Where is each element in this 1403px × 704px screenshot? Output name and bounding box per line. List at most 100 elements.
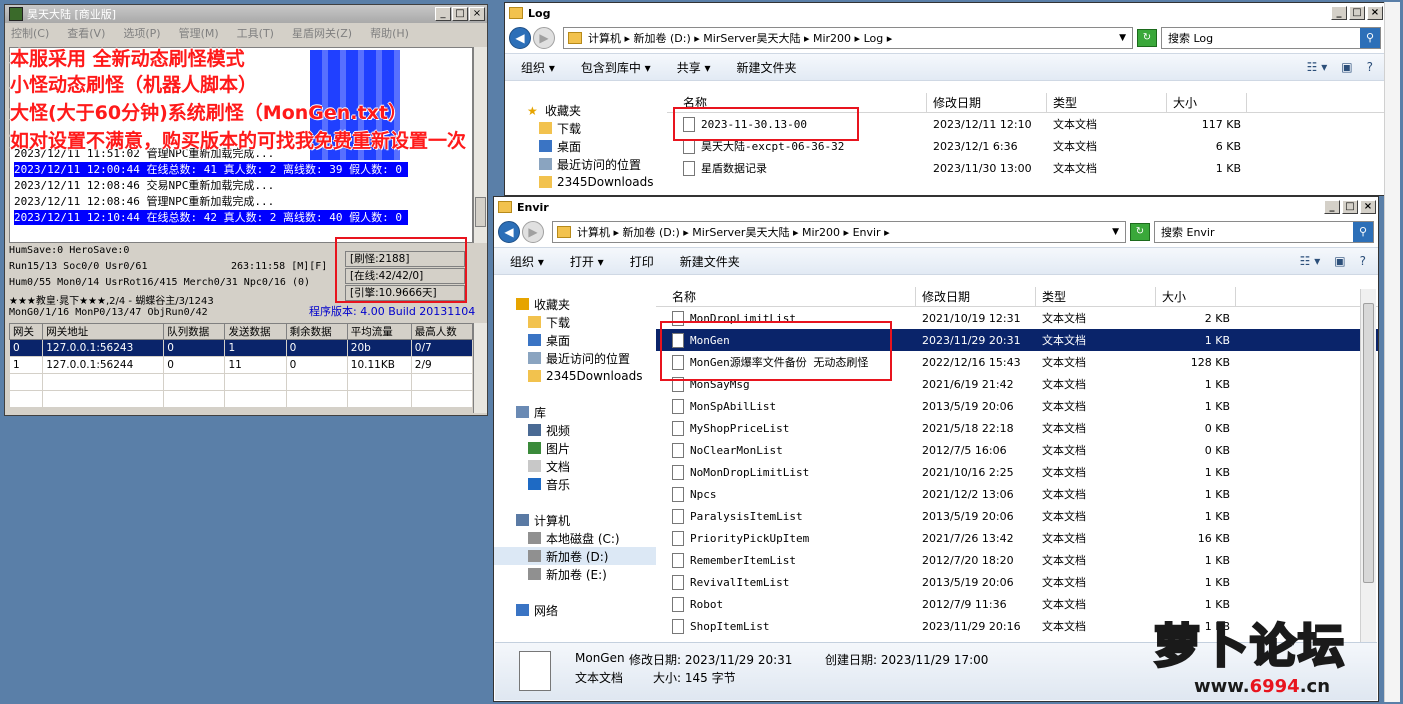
file-row[interactable]: MonSpAbilList 2013/5/19 20:06 文本文档 1 KB (656, 395, 1378, 417)
nav-desktop[interactable]: 桌面 (505, 137, 667, 155)
col-queue[interactable]: 队列数据 (163, 323, 226, 340)
help-icon[interactable]: ? (1367, 60, 1373, 74)
share-button[interactable]: 共享 ▾ (677, 59, 711, 76)
col-date[interactable]: 修改日期 (927, 93, 1047, 112)
menu-control[interactable]: 控制(C) (11, 25, 49, 41)
file-row[interactable]: PriorityPickUpItem 2021/7/26 13:42 文本文档 16 … (656, 527, 1378, 549)
open-button[interactable]: 打开 ▾ (570, 253, 604, 270)
minimize-button[interactable]: _ (435, 7, 451, 21)
table-row[interactable]: 0 127.0.0.1:56243 0 1 0 20b 0/7 (8, 339, 474, 357)
file-row[interactable]: RevivalItemList 2013/5/19 20:06 文本文档 1 KB (656, 571, 1378, 593)
search-input[interactable]: 搜索 Envir ⚲ (1154, 221, 1374, 243)
col-name[interactable]: 名称 (656, 287, 916, 306)
nav-item[interactable]: 收藏夹 (494, 295, 656, 313)
col-date[interactable]: 修改日期 (916, 287, 1036, 306)
nav-2345downloads[interactable]: 2345Downloads (505, 173, 667, 191)
address-bar[interactable]: 计算机 ▸ 新加卷 (D:) ▸ MirServer昊天大陆 ▸ Mir200 … (563, 27, 1133, 49)
search-input[interactable]: 搜索 Log ⚲ (1161, 27, 1381, 49)
nav-item[interactable]: 文档 (494, 457, 656, 475)
chevron-down-icon[interactable]: ▼ (1112, 227, 1119, 237)
col-type[interactable]: 类型 (1047, 93, 1167, 112)
preview-pane-icon[interactable]: ▣ (1341, 60, 1352, 74)
close-button[interactable]: × (469, 7, 485, 21)
search-icon[interactable]: ⚲ (1360, 28, 1380, 48)
close-button[interactable]: × (1360, 200, 1376, 214)
file-date: 2021/6/19 21:42 (922, 377, 1014, 391)
maximize-button[interactable]: □ (1349, 6, 1365, 20)
table-scrollbar[interactable] (473, 323, 487, 413)
nav-item[interactable]: 下载 (494, 313, 656, 331)
file-size: 1 KB (1204, 487, 1230, 501)
minimize-button[interactable]: _ (1324, 200, 1340, 214)
chevron-down-icon[interactable]: ▼ (1119, 33, 1126, 43)
nav-item[interactable]: 2345Downloads (494, 367, 656, 385)
refresh-icon[interactable]: ↻ (1130, 223, 1150, 241)
col-type[interactable]: 类型 (1036, 287, 1156, 306)
back-icon[interactable]: ◀ (498, 221, 520, 243)
col-traffic[interactable]: 平均流量 (346, 323, 412, 340)
nav-item[interactable]: 网络 (494, 601, 656, 619)
maximize-button[interactable]: □ (1342, 200, 1358, 214)
file-row[interactable]: NoClearMonList 2012/7/5 16:06 文本文档 0 KB (656, 439, 1378, 461)
menu-help[interactable]: 帮助(H) (370, 25, 409, 41)
col-remain[interactable]: 剩余数据 (285, 323, 348, 340)
col-max[interactable]: 最高人数 (410, 323, 474, 340)
desktop-scrollbar[interactable] (1384, 2, 1400, 702)
organize-button[interactable]: 组织 ▾ (521, 59, 555, 76)
close-button[interactable]: × (1367, 6, 1383, 20)
menu-gateway[interactable]: 星盾网关(Z) (292, 25, 352, 41)
envir-titlebar[interactable]: Envir _ □ × (494, 197, 1378, 217)
nav-item[interactable]: 音乐 (494, 475, 656, 493)
file-row[interactable]: MyShopPriceList 2021/5/18 22:18 文本文档 0 KB (656, 417, 1378, 439)
minimize-button[interactable]: _ (1331, 6, 1347, 20)
view-icon[interactable]: ☷ ▾ (1307, 60, 1328, 74)
file-row[interactable]: Npcs 2021/12/2 13:06 文本文档 1 KB (656, 483, 1378, 505)
forward-icon[interactable]: ▶ (522, 221, 544, 243)
forward-icon[interactable]: ▶ (533, 27, 555, 49)
nav-item[interactable]: 图片 (494, 439, 656, 457)
highlight-box (335, 237, 467, 303)
view-icon[interactable]: ☷ ▾ (1300, 254, 1321, 268)
menu-manage[interactable]: 管理(M) (179, 25, 219, 41)
search-icon[interactable]: ⚲ (1353, 222, 1373, 242)
server-titlebar[interactable]: 昊天大陆 [商业版] _ □ × (5, 5, 487, 23)
include-library-button[interactable]: 包含到库中 ▾ (581, 59, 651, 76)
nav-favorites[interactable]: ★ 收藏夹 (505, 101, 667, 119)
nav-item[interactable]: 新加卷 (D:) (494, 547, 656, 565)
print-button[interactable]: 打印 (630, 253, 654, 270)
help-icon[interactable]: ? (1360, 254, 1366, 268)
menu-view[interactable]: 查看(V) (67, 25, 105, 41)
nav-recent[interactable]: 最近访问的位置 (505, 155, 667, 173)
file-row[interactable]: ParalysisItemList 2013/5/19 20:06 文本文档 1 KB (656, 505, 1378, 527)
address-bar[interactable]: 计算机 ▸ 新加卷 (D:) ▸ MirServer昊天大陆 ▸ Mir200 … (552, 221, 1126, 243)
nav-item[interactable]: 本地磁盘 (C:) (494, 529, 656, 547)
file-row[interactable]: NoMonDropLimitList 2021/10/16 2:25 文本文档 1 K… (656, 461, 1378, 483)
col-sent[interactable]: 发送数据 (224, 323, 287, 340)
nav-item[interactable]: 视频 (494, 421, 656, 439)
col-size[interactable]: 大小 (1156, 287, 1236, 306)
new-folder-button[interactable]: 新建文件夹 (680, 253, 740, 270)
col-address[interactable]: 网关地址 (42, 323, 165, 340)
log-scrollbar[interactable] (473, 47, 487, 243)
nav-item[interactable]: 桌面 (494, 331, 656, 349)
log-titlebar[interactable]: Log _ □ × (505, 3, 1385, 23)
file-row[interactable]: RememberItemList 2012/7/20 18:20 文本文档 1 KB (656, 549, 1378, 571)
organize-button[interactable]: 组织 ▾ (510, 253, 544, 270)
nav-downloads[interactable]: 下载 (505, 119, 667, 137)
back-icon[interactable]: ◀ (509, 27, 531, 49)
nav-item[interactable]: 库 (494, 403, 656, 421)
new-folder-button[interactable]: 新建文件夹 (737, 59, 797, 76)
col-size[interactable]: 大小 (1167, 93, 1247, 112)
col-gateway[interactable]: 网关 (8, 323, 44, 340)
menu-tools[interactable]: 工具(T) (237, 25, 274, 41)
envir-scrollbar[interactable] (1360, 289, 1376, 645)
menu-options[interactable]: 选项(P) (123, 25, 160, 41)
nav-item[interactable]: 最近访问的位置 (494, 349, 656, 367)
nav-item[interactable]: 新加卷 (E:) (494, 565, 656, 583)
preview-pane-icon[interactable]: ▣ (1334, 254, 1345, 268)
maximize-button[interactable]: □ (452, 7, 468, 21)
file-row[interactable]: 星盾数据记录 2023/11/30 13:00 文本文档 1 KB (667, 157, 1385, 179)
refresh-icon[interactable]: ↻ (1137, 29, 1157, 47)
nav-item[interactable]: 计算机 (494, 511, 656, 529)
table-row[interactable]: 1 127.0.0.1:56244 0 11 0 10.11KB 2/9 (8, 356, 474, 374)
